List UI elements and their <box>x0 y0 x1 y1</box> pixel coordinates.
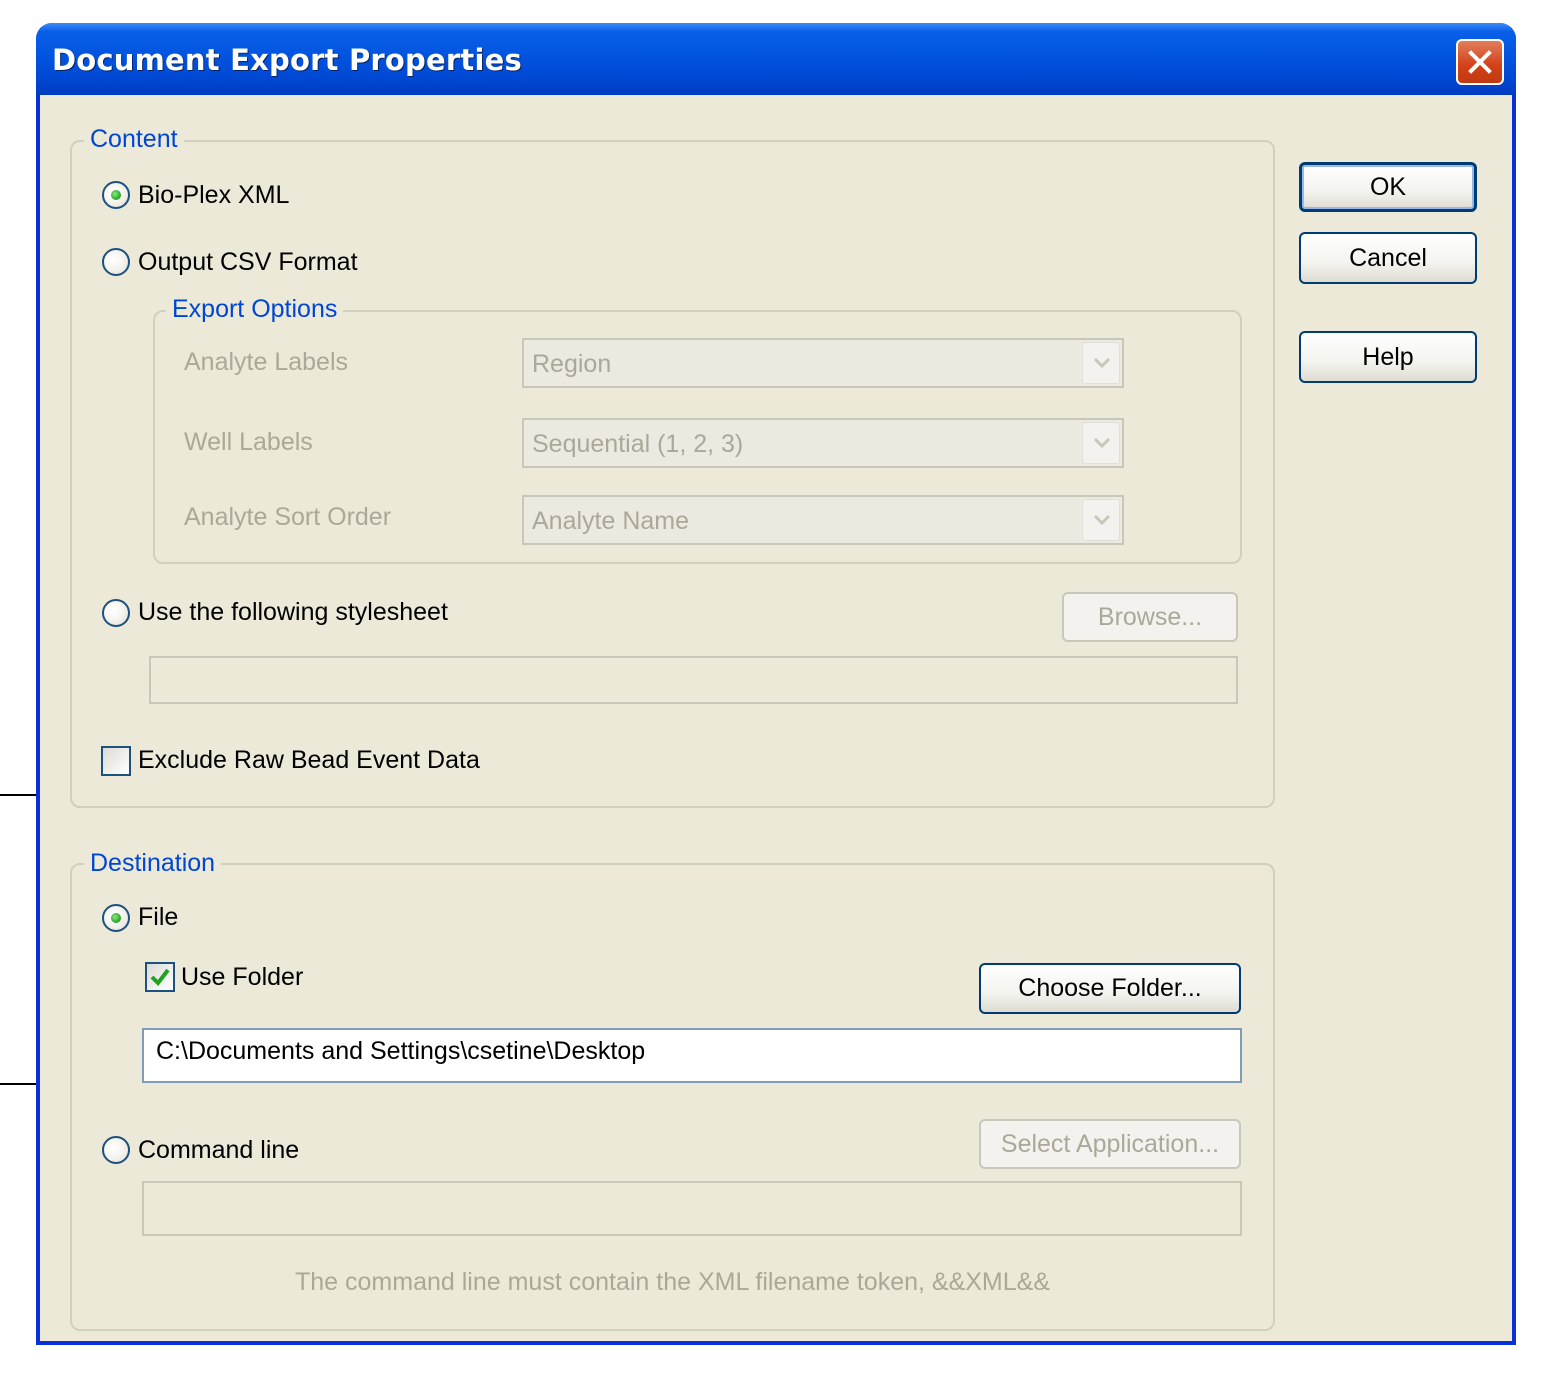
well-labels-label: Well Labels <box>184 428 313 456</box>
dialog-window: Document Export Properties OK Cancel Hel… <box>36 23 1516 1345</box>
command-line-radio[interactable] <box>102 1136 130 1164</box>
output-csv-radio[interactable] <box>102 248 130 276</box>
bioplex-xml-radio[interactable] <box>102 181 130 209</box>
exclude-raw-checkbox[interactable] <box>101 746 131 776</box>
file-label[interactable]: File <box>138 903 178 932</box>
choose-folder-button-label: Choose Folder... <box>1018 974 1202 1002</box>
command-line-note: The command line must contain the XML fi… <box>295 1268 1050 1296</box>
content-legend: Content <box>84 125 184 154</box>
radio-selected-dot <box>111 913 121 923</box>
cancel-button[interactable]: Cancel <box>1299 232 1477 284</box>
folder-path-input[interactable]: C:\Documents and Settings\csetine\Deskto… <box>142 1028 1242 1083</box>
chevron-down-icon <box>1093 437 1111 449</box>
dialog-title: Document Export Properties <box>52 43 522 77</box>
use-folder-label[interactable]: Use Folder <box>181 963 303 992</box>
command-line-input[interactable] <box>142 1181 1242 1236</box>
export-options-legend: Export Options <box>166 295 344 324</box>
select-application-button[interactable]: Select Application... <box>979 1119 1241 1169</box>
analyte-sort-order-label: Analyte Sort Order <box>184 503 392 531</box>
title-bar[interactable]: Document Export Properties <box>36 23 1516 95</box>
stylesheet-label[interactable]: Use the following stylesheet <box>138 598 448 627</box>
analyte-labels-select[interactable]: Region <box>522 338 1124 388</box>
radio-selected-dot <box>111 190 121 200</box>
well-labels-dropdown-button[interactable] <box>1082 422 1120 464</box>
folder-path-value: C:\Documents and Settings\csetine\Deskto… <box>156 1037 646 1065</box>
exclude-raw-label[interactable]: Exclude Raw Bead Event Data <box>138 746 480 775</box>
use-folder-checkbox[interactable] <box>145 962 175 992</box>
destination-legend: Destination <box>84 849 222 878</box>
help-button[interactable]: Help <box>1299 331 1477 383</box>
well-labels-value: Sequential (1, 2, 3) <box>532 430 744 458</box>
destination-groupbox <box>70 863 1275 1331</box>
well-labels-select[interactable]: Sequential (1, 2, 3) <box>522 418 1124 468</box>
choose-folder-button[interactable]: Choose Folder... <box>979 963 1241 1014</box>
ok-button[interactable]: OK <box>1299 162 1477 212</box>
checkmark-icon <box>150 968 170 987</box>
output-csv-label[interactable]: Output CSV Format <box>138 248 358 277</box>
ok-button-label: OK <box>1369 173 1407 201</box>
analyte-labels-dropdown-button[interactable] <box>1082 342 1120 384</box>
chevron-down-icon <box>1093 357 1111 369</box>
browse-button-label: Browse... <box>1097 603 1203 631</box>
stylesheet-radio[interactable] <box>102 599 130 627</box>
stylesheet-input[interactable] <box>149 656 1238 704</box>
analyte-sort-order-dropdown-button[interactable] <box>1082 499 1120 541</box>
analyte-labels-value: Region <box>532 350 612 378</box>
browse-button[interactable]: Browse... <box>1062 592 1238 642</box>
analyte-sort-order-select[interactable]: Analyte Name <box>522 495 1124 545</box>
help-button-label: Help <box>1362 343 1414 371</box>
chevron-down-icon <box>1093 514 1111 526</box>
dialog-client-area: OK Cancel Help Content Bio-Plex XML Outp… <box>40 95 1512 1341</box>
close-icon <box>1468 50 1492 74</box>
cancel-button-label: Cancel <box>1349 244 1427 272</box>
analyte-sort-order-value: Analyte Name <box>532 507 690 535</box>
analyte-labels-label: Analyte Labels <box>184 348 349 376</box>
bioplex-xml-label[interactable]: Bio-Plex XML <box>138 181 289 210</box>
file-radio[interactable] <box>102 904 130 932</box>
close-button[interactable] <box>1456 39 1504 85</box>
command-line-label[interactable]: Command line <box>138 1136 299 1165</box>
select-application-button-label: Select Application... <box>1000 1130 1220 1158</box>
